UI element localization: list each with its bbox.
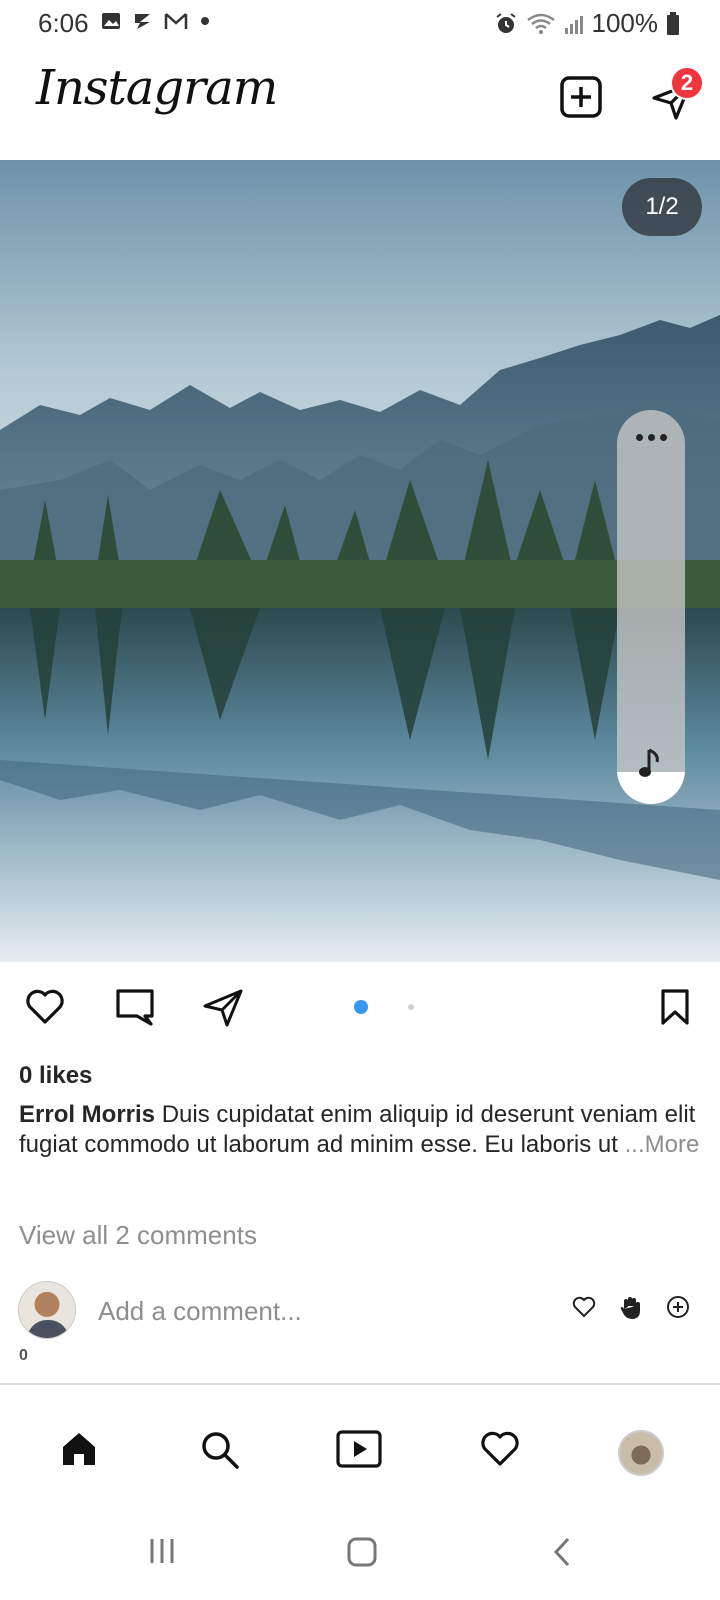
battery-percent: 100% [591, 8, 659, 38]
sync-icon [135, 14, 150, 29]
bottom-navigation [0, 1400, 720, 1510]
home-button-icon[interactable] [346, 1536, 378, 1568]
plus-square-icon [560, 76, 602, 118]
comment-input[interactable] [98, 1291, 538, 1331]
raised-hand-icon[interactable] [618, 1295, 644, 1321]
recent-apps-icon[interactable] [148, 1536, 176, 1566]
post-action-row [0, 970, 720, 1044]
user-avatar [18, 1281, 76, 1339]
reels-icon[interactable] [336, 1430, 382, 1468]
instagram-logo: Instagram [36, 60, 278, 116]
search-icon[interactable] [200, 1430, 240, 1470]
status-time: 6:06 [38, 8, 89, 38]
carousel-dot-active [354, 1000, 368, 1014]
dot-icon [201, 17, 209, 25]
app-header: Instagram [0, 50, 720, 150]
add-comment-row: 0 [0, 1275, 720, 1385]
view-all-comments-link[interactable]: View all 2 comments [19, 1220, 257, 1251]
new-post-button[interactable] [560, 76, 602, 118]
caption-author[interactable]: Errol Morris [19, 1101, 155, 1128]
music-note-icon[interactable] [635, 746, 667, 780]
image-icon [102, 13, 120, 29]
add-reaction-icon[interactable] [666, 1295, 690, 1319]
media-side-panel [617, 410, 685, 804]
home-icon[interactable] [60, 1430, 98, 1468]
battery-icon [667, 11, 679, 35]
wifi-icon [526, 13, 555, 34]
profile-avatar[interactable] [618, 1430, 664, 1476]
back-icon[interactable] [552, 1536, 572, 1568]
status-bar: 6:06 100% [0, 0, 720, 46]
carousel-dot [408, 1004, 414, 1010]
comment-icon[interactable] [115, 988, 155, 1026]
comment-counter: 0 [19, 1347, 28, 1364]
share-send-icon[interactable] [202, 988, 244, 1028]
system-navigation-bar [0, 1510, 720, 1600]
carousel-indicator [354, 1000, 414, 1014]
like-heart-icon[interactable] [25, 988, 65, 1026]
signal-icon [564, 15, 583, 34]
post-image[interactable] [0, 160, 720, 962]
landscape-photo [0, 160, 720, 962]
post-caption: Errol Morris Duis cupidatat enim aliquip… [19, 1100, 709, 1160]
caption-more-link[interactable]: ...More [625, 1131, 700, 1158]
alarm-icon [495, 12, 516, 33]
carousel-counter: 1/2 [622, 178, 702, 236]
bookmark-icon[interactable] [660, 988, 690, 1026]
activity-heart-icon[interactable] [480, 1430, 520, 1468]
more-dots-icon [635, 433, 643, 441]
dm-notification-badge: 2 [670, 66, 704, 100]
more-options-button[interactable] [629, 424, 673, 450]
gmail-icon [164, 13, 188, 29]
heart-icon[interactable] [572, 1295, 596, 1319]
likes-count[interactable]: 0 likes [19, 1062, 92, 1090]
